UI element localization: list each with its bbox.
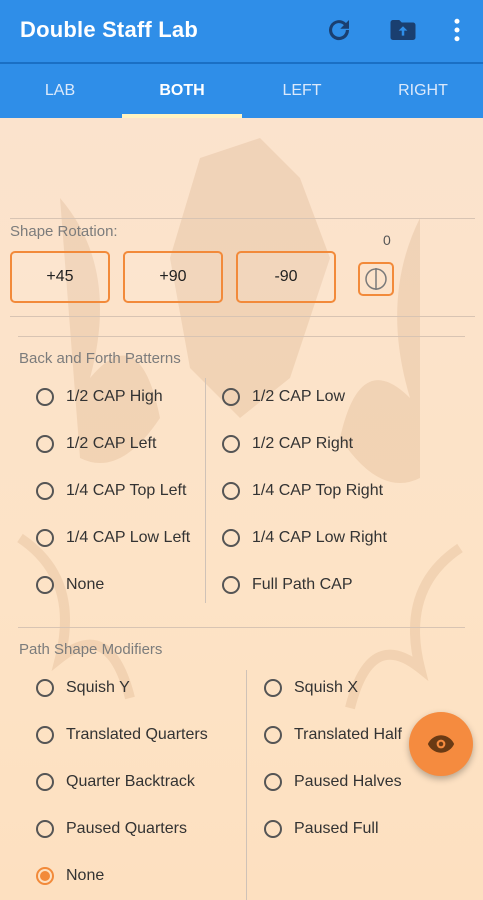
radio-label: Paused Halves — [294, 773, 402, 790]
radio-path-none[interactable]: None — [36, 867, 104, 885]
radio-circle — [222, 435, 240, 453]
tab-right[interactable]: RIGHT — [363, 64, 483, 118]
radio-back-forth-none[interactable]: None — [36, 576, 104, 594]
radio-circle — [264, 773, 282, 791]
radio-label: 1/2 CAP High — [66, 388, 163, 405]
eye-icon — [427, 735, 455, 753]
radio-circle — [222, 576, 240, 594]
redo-button[interactable] — [323, 14, 355, 46]
shape-rotation-label: Shape Rotation: — [10, 223, 118, 240]
app-title: Double Staff Lab — [20, 17, 198, 42]
rotate-minus90-button[interactable]: -90 — [236, 251, 336, 303]
radio-label: 1/2 CAP Right — [252, 435, 354, 452]
back-forth-section-title: Back and Forth Patterns — [19, 350, 181, 367]
radio-squish-y[interactable]: Squish Y — [36, 679, 130, 697]
radio-circle — [222, 529, 240, 547]
rotation-value: 0 — [383, 232, 391, 248]
radio-label: Translated Half — [294, 726, 402, 743]
radio-paused-full[interactable]: Paused Full — [264, 820, 379, 838]
redo-icon — [329, 20, 350, 41]
column-divider — [205, 378, 206, 603]
radio-circle — [36, 726, 54, 744]
radio-paused-quarters[interactable]: Paused Quarters — [36, 820, 187, 838]
radio-label: 1/2 CAP Low — [252, 388, 346, 405]
radio-circle — [36, 679, 54, 697]
rotate-plus45-button[interactable]: +45 — [10, 251, 110, 303]
radio-circle — [36, 867, 54, 885]
radio-paused-halves[interactable]: Paused Halves — [264, 773, 402, 791]
export-button[interactable] — [387, 14, 419, 46]
radio-quarter-backtrack[interactable]: Quarter Backtrack — [36, 773, 195, 791]
radio-circle — [264, 820, 282, 838]
app-bar: Double Staff Lab — [0, 0, 483, 62]
divider — [18, 627, 465, 628]
radio-circle — [36, 435, 54, 453]
radio-label: Translated Quarters — [66, 726, 208, 743]
path-modifiers-section-title: Path Shape Modifiers — [19, 641, 163, 658]
radio-translated-half[interactable]: Translated Half — [264, 726, 402, 744]
tab-bar: LAB BOTH LEFT RIGHT — [0, 62, 483, 118]
radio-label: None — [66, 867, 105, 884]
radio-label: 1/4 CAP Top Right — [252, 482, 384, 499]
radio-label: Paused Full — [294, 820, 379, 837]
radio-label: Squish Y — [66, 679, 130, 696]
radio-quarter-cap-top-left[interactable]: 1/4 CAP Top Left — [36, 482, 186, 500]
radio-label: Squish X — [294, 679, 359, 696]
more-vert-icon — [454, 18, 460, 42]
radio-quarter-cap-low-right[interactable]: 1/4 CAP Low Right — [222, 529, 387, 547]
radio-half-cap-high[interactable]: 1/2 CAP High — [36, 388, 163, 406]
radio-label: 1/4 CAP Low Left — [66, 529, 191, 546]
radio-circle — [264, 679, 282, 697]
radio-half-cap-right[interactable]: 1/2 CAP Right — [222, 435, 353, 453]
radio-squish-x[interactable]: Squish X — [264, 679, 358, 697]
radio-circle — [36, 529, 54, 547]
radio-circle — [36, 388, 54, 406]
radio-circle — [36, 576, 54, 594]
radio-label: None — [66, 576, 105, 593]
radio-label: 1/2 CAP Left — [66, 435, 157, 452]
radio-circle — [36, 773, 54, 791]
rotation-dial-icon — [365, 268, 387, 290]
divider — [18, 336, 465, 337]
radio-circle — [264, 726, 282, 744]
rotation-dial[interactable] — [358, 262, 394, 296]
radio-label: 1/4 CAP Low Right — [252, 529, 387, 546]
radio-label: Quarter Backtrack — [66, 773, 195, 790]
radio-circle — [222, 482, 240, 500]
overflow-menu-button[interactable] — [441, 14, 473, 46]
radio-label: Full Path CAP — [252, 576, 353, 593]
radio-quarter-cap-low-left[interactable]: 1/4 CAP Low Left — [36, 529, 190, 547]
radio-quarter-cap-top-right[interactable]: 1/4 CAP Top Right — [222, 482, 383, 500]
radio-half-cap-low[interactable]: 1/2 CAP Low — [222, 388, 345, 406]
radio-circle — [222, 388, 240, 406]
preview-fab[interactable] — [409, 712, 473, 776]
lab-content: Shape Rotation: 0 +45 +90 -90 Back and F… — [0, 118, 483, 900]
radio-label: Paused Quarters — [66, 820, 187, 837]
column-divider — [246, 670, 247, 900]
tab-lab[interactable]: LAB — [0, 64, 120, 118]
radio-full-path-cap[interactable]: Full Path CAP — [222, 576, 352, 594]
folder-upload-icon — [390, 20, 416, 40]
radio-label: 1/4 CAP Top Left — [66, 482, 187, 499]
tab-left[interactable]: LEFT — [242, 64, 362, 118]
radio-circle — [36, 482, 54, 500]
rotate-plus90-button[interactable]: +90 — [123, 251, 223, 303]
radio-circle — [36, 820, 54, 838]
divider — [10, 316, 475, 317]
divider — [10, 218, 475, 219]
radio-translated-quarters[interactable]: Translated Quarters — [36, 726, 208, 744]
radio-half-cap-left[interactable]: 1/2 CAP Left — [36, 435, 156, 453]
tab-both[interactable]: BOTH — [122, 64, 242, 118]
